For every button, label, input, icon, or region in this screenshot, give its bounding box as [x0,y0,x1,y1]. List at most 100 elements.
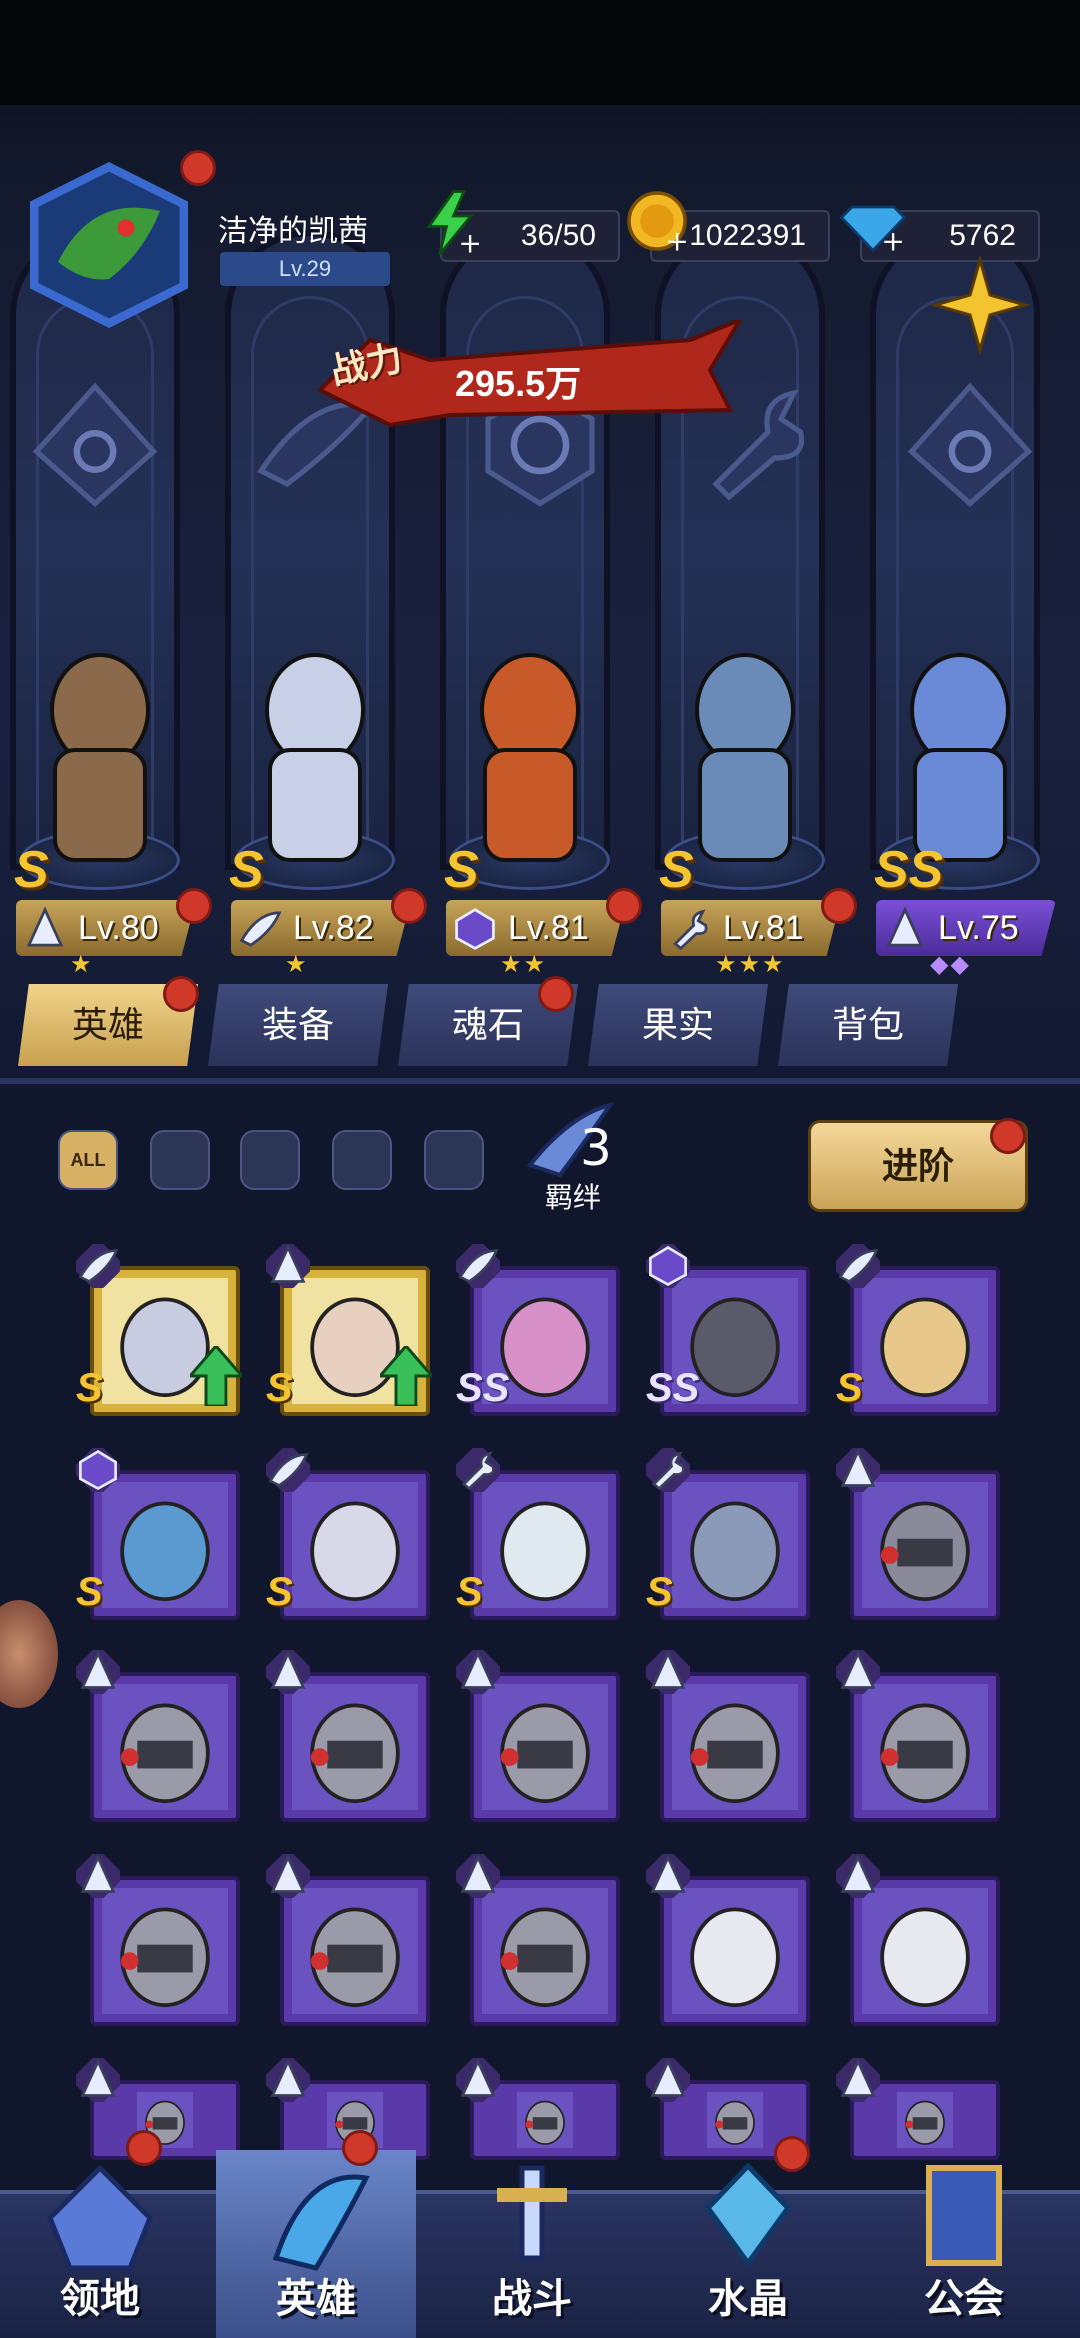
stamina-add-icon[interactable]: + [415,188,485,258]
notification-dot [163,976,199,1012]
hero-card[interactable] [90,1876,240,2026]
stamina-value: 36/50 [520,219,596,252]
filter-mage-icon[interactable] [150,1130,210,1190]
mage-hat-icon [262,1850,314,1902]
mage-hat-icon [452,2054,504,2106]
card-rank: S [646,1570,673,1614]
bond-label: 羁绊 [545,1182,602,1213]
hero-card[interactable] [90,1470,240,1620]
hero-card[interactable] [470,1470,620,1620]
hero-card[interactable] [850,1470,1000,1620]
notification-dot [538,976,574,1012]
wrench-icon [667,906,713,952]
mage-hat-icon [642,1646,694,1698]
hero-card[interactable] [470,1672,620,1822]
svg-text:+: + [881,224,904,256]
hero-card[interactable] [850,1876,1000,2026]
territory-icon [40,2158,160,2278]
mage-hat-icon [642,2054,694,2106]
hero-card[interactable] [660,1470,810,1620]
event-menu-icon[interactable] [930,255,1030,355]
mage-hat-icon [22,906,68,952]
hero-stars: ★ [70,951,94,978]
hero-portrait [862,2092,988,2148]
notification-dot [176,888,212,924]
gold-value: 1022391 [689,219,806,252]
hero-card[interactable] [280,1672,430,1822]
diamond-add-icon[interactable]: + [838,186,908,256]
filter-wing-icon[interactable] [240,1130,300,1190]
card-rank: S [76,1570,103,1614]
hero-card[interactable] [280,1876,430,2026]
notification-dot [126,2130,162,2166]
mage-hat-icon [262,1646,314,1698]
hero-portrait [102,1684,228,1810]
player-level: Lv.29 [220,252,390,286]
hero-card[interactable] [90,1672,240,1822]
mage-hat-icon [832,1850,884,1902]
guild-icon [904,2158,1024,2278]
tab-equipment[interactable]: 装备 [208,984,388,1066]
mage-hat-icon [262,2054,314,2106]
svg-text:+: + [458,226,481,258]
mage-hat-icon [72,1850,124,1902]
hero-stars: ★★★ [715,951,786,978]
beast-icon [72,1444,124,1496]
mage-hat-icon [882,906,928,952]
hero-rank: SS [874,841,944,899]
hero-portrait [672,1888,798,2014]
player-avatar[interactable] [24,160,194,330]
card-rank: S [836,1366,863,1410]
notification-dot [606,888,642,924]
hero-portrait [482,2092,608,2148]
hero-card[interactable] [660,1672,810,1822]
nav-item-2[interactable]: 英雄 [216,2150,416,2338]
filter-all[interactable]: ALL [58,1130,118,1190]
hero-portrait [292,1684,418,1810]
nav-item-4[interactable]: 水晶 [648,2150,848,2338]
nav-label: 水晶 [708,2277,788,2321]
gold-add-icon[interactable]: + [622,186,692,256]
hero-portrait [862,1888,988,2014]
beast-icon [642,1240,694,1292]
nav-item-3[interactable]: 战斗 [432,2150,632,2338]
tab-bag[interactable]: 背包 [778,984,958,1066]
hero-card[interactable] [660,1876,810,2026]
nav-label: 英雄 [276,2277,356,2321]
hero-portrait [862,1482,988,1608]
card-rank: S [266,1570,293,1614]
nav-item-5[interactable]: 公会 [864,2150,1064,2338]
filter-wrench-icon[interactable] [332,1130,392,1190]
upgrade-arrow-icon [186,1343,246,1408]
wing-icon [262,1444,314,1496]
hero-card[interactable] [470,1876,620,2026]
nav-label: 战斗 [492,2277,572,2321]
wing-icon [452,1240,504,1292]
card-rank: SS [456,1366,510,1410]
game-screen: 洁净的凯茜 Lv.29 36/50 + 1022391 + 5762 + 战力 … [0,0,1080,2338]
hero-rank: S [14,841,49,899]
status-bar [0,0,1080,105]
hero-portrait [102,1888,228,2014]
tab-fruit[interactable]: 果实 [588,984,768,1066]
hero-card[interactable] [850,1266,1000,1416]
mage-hat-icon [642,1850,694,1902]
hero-portrait [292,1482,418,1608]
battle-icon [472,2158,592,2278]
nav-item-1[interactable]: 领地 [0,2150,200,2338]
diamond-value: 5762 [949,219,1016,252]
card-rank: S [266,1366,293,1410]
hero-portrait [482,1888,608,2014]
hero-card[interactable] [280,1470,430,1620]
mage-hat-icon [832,1646,884,1698]
card-rank: S [76,1366,103,1410]
mage-hat-icon [262,1240,314,1292]
filter-beast-icon[interactable] [424,1130,484,1190]
hero-rank: S [229,841,264,899]
notification-dot [342,2130,378,2166]
bond-icon[interactable]: 3 [520,1095,640,1185]
wing-icon [237,906,283,952]
power-value: 295.5万 [455,363,582,404]
mage-hat-icon [72,2054,124,2106]
hero-card[interactable] [850,1672,1000,1822]
